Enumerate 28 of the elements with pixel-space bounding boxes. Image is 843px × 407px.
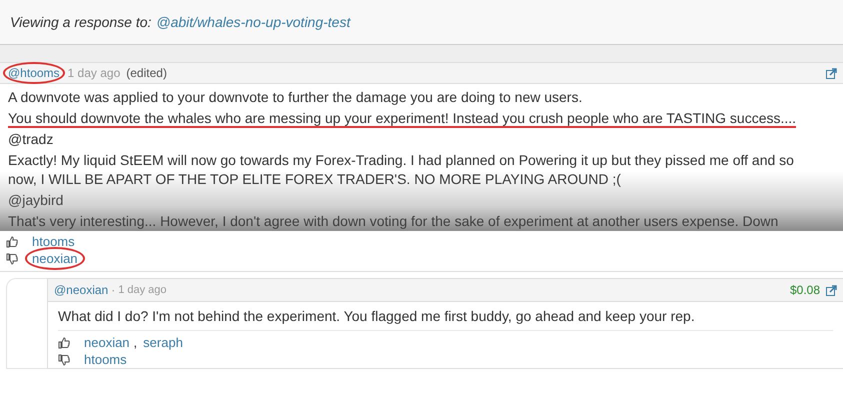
separator-dot: · — [111, 283, 116, 297]
external-link-icon[interactable] — [826, 68, 837, 78]
comment-paragraph: That's very interesting... However, I don't agree with down voting for the sake of experiment at another users expense. Down — [8, 212, 780, 231]
parent-post-link[interactable]: @abit/whales-no-up-voting-test — [156, 14, 350, 30]
comment-paragraph: @tradz — [8, 130, 54, 149]
payout-amount: $0.08 — [790, 283, 820, 297]
voter-link[interactable]: seraph — [141, 335, 185, 350]
voter-link[interactable]: htooms — [82, 352, 129, 367]
reply-text: What did I do? I'm not behind the experiment. You flagged me first buddy, go ahead and keep your rep. — [58, 302, 833, 331]
banner-label: Viewing a response to: — [10, 14, 152, 30]
comment-time: 1 day ago — [118, 284, 167, 296]
external-link-icon[interactable] — [826, 284, 837, 296]
voter-link[interactable]: neoxian — [82, 335, 132, 350]
thumbs-down-icon[interactable] — [6, 252, 18, 264]
comment-paragraph: Exactly! My liquid StEEM will now go towards my Forex-Trading. I had planned on Powering it up but they pissed me off and so now, I WILL BE APART OF THE TOP ELITE FOREX TRADER'S. NO MORE PLAYING AROUND ;( — [8, 151, 795, 189]
voter-link[interactable]: neoxian — [30, 251, 80, 266]
author-link[interactable]: @htooms — [8, 66, 60, 80]
comment-paragraph: @jaybird — [8, 191, 64, 210]
thumbs-up-icon[interactable] — [58, 336, 70, 348]
comment-paragraph: A downvote was applied to your downvote to further the damage you are doing to new users. — [8, 88, 584, 107]
comment-time: 1 day ago — [68, 66, 120, 80]
comment-paragraph: You should downvote the whales who are messing up your experiment! Instead you crush people who are TASTING success.... — [8, 109, 798, 128]
thumbs-down-icon[interactable] — [58, 354, 70, 366]
comma-separator: , — [134, 335, 138, 350]
voter-link[interactable]: htooms — [30, 234, 77, 249]
author-link[interactable]: @neoxian — [54, 283, 108, 297]
edited-label: (edited) — [126, 66, 167, 80]
thumbs-up-icon[interactable] — [6, 236, 18, 248]
